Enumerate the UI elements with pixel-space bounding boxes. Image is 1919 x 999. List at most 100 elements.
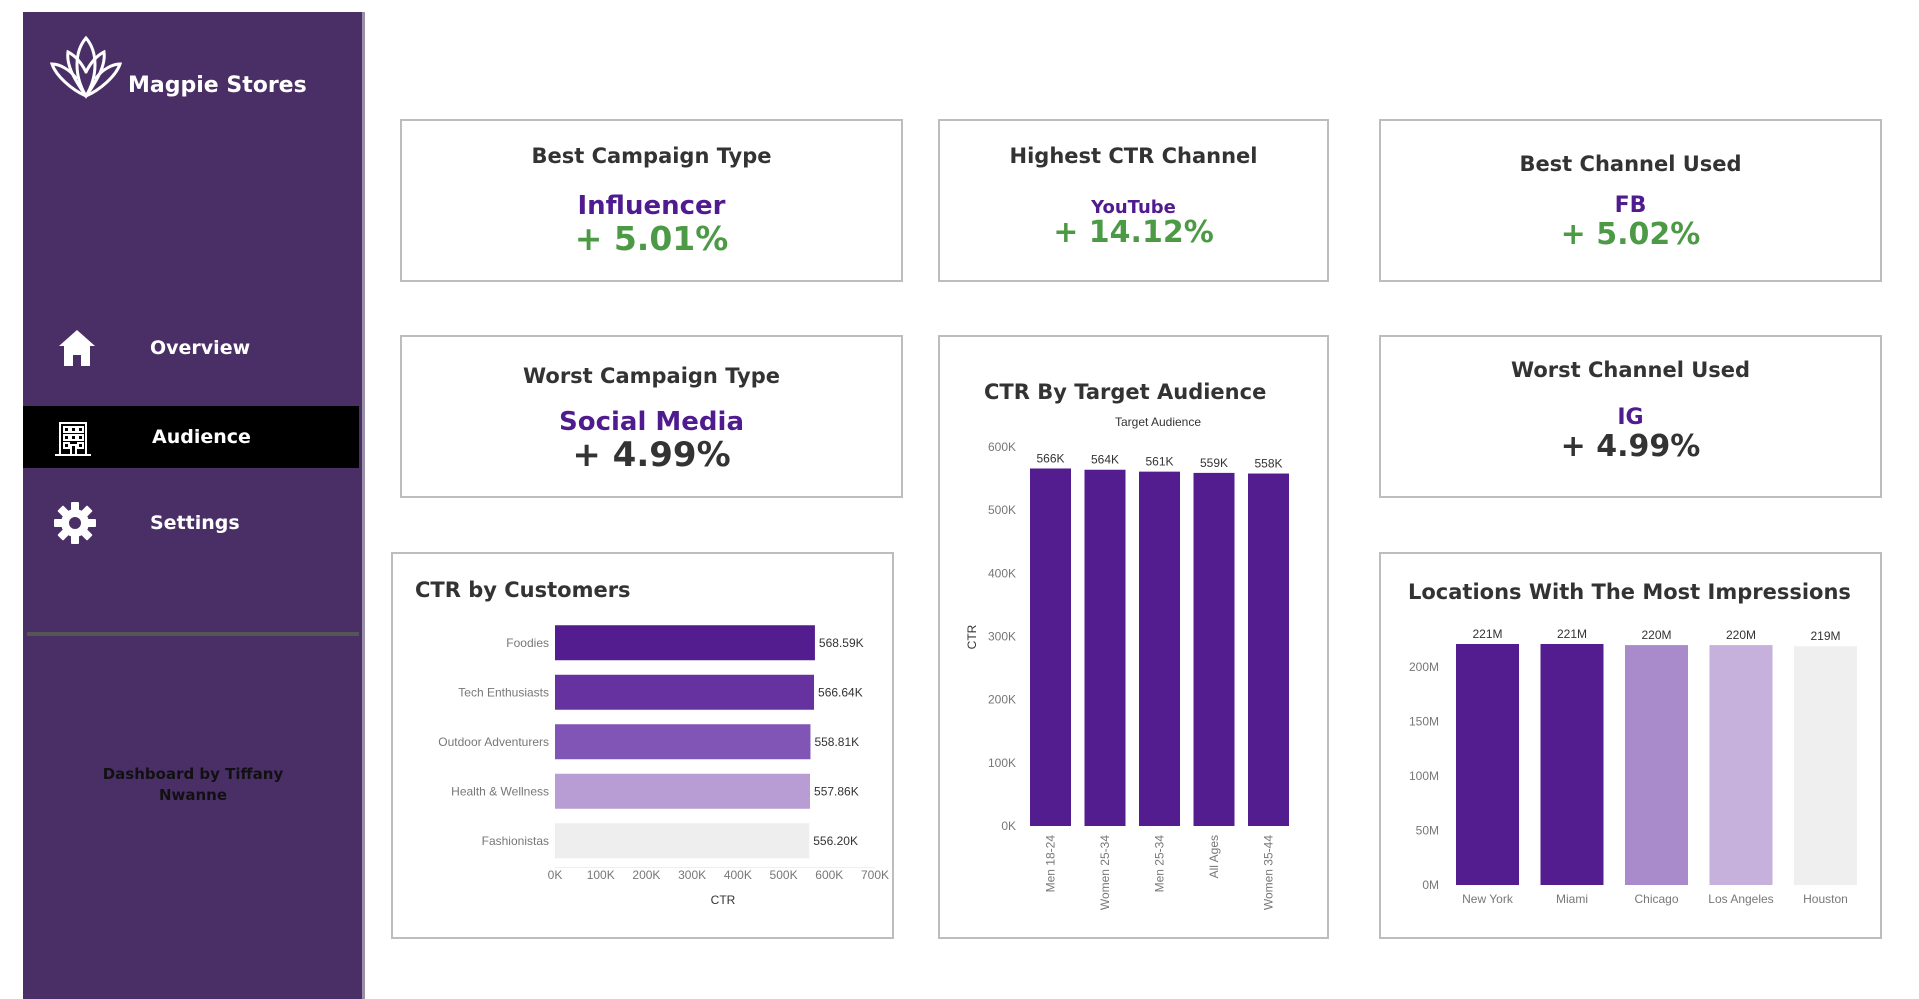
data-label: 558.81K [814,735,859,749]
x-tick-label: 200K [632,868,660,882]
data-label: 561K [1145,455,1173,469]
bar [555,773,811,809]
gear-icon [54,502,96,544]
kpi-value: + 4.99% [1560,429,1701,464]
category-label: Foodies [506,636,549,650]
kpi-value: + 5.02% [1560,217,1701,252]
ctr-by-customers-chart: Foodies 568.59K Tech Enthusiasts 566.64K Out… [438,625,889,907]
kpi-title: Best Channel Used [1519,152,1742,176]
category-label: Fashionistas [482,834,549,848]
nav-item-settings[interactable]: Settings [23,492,359,554]
bar [1193,472,1235,826]
y-tick-label: 300K [988,630,1016,644]
lotus-logo-icon [49,35,123,99]
data-label: 566.64K [818,685,863,699]
y-tick-label: 0M [1422,878,1439,892]
y-tick-label: 50M [1416,823,1439,837]
bar [1084,469,1126,826]
kpi-title: Best Campaign Type [531,144,772,168]
bar [1709,645,1773,885]
bar [555,625,815,661]
kpi-title: Worst Campaign Type [522,364,780,388]
data-label: 220M [1641,628,1671,642]
bar [555,823,810,859]
y-tick-label: 100K [988,756,1016,770]
x-tick-label: Houston [1803,892,1848,906]
data-label: 221M [1557,627,1587,641]
kpi-card-best-channel: Best Channel Used FB + 5.02% [1379,119,1882,282]
x-tick-label: 300K [678,868,706,882]
bar [1456,644,1519,885]
kpi-value: + 14.12% [1053,215,1214,250]
y-tick-label: 500K [988,503,1016,517]
data-label: 557.86K [814,784,859,798]
x-tick-label: 500K [770,868,798,882]
y-tick-label: 400K [988,566,1016,580]
sidebar: Magpie Stores Overview Audience Settings… [23,12,365,999]
nav-label-overview: Overview [150,337,251,359]
brand: Magpie Stores [46,32,307,102]
kpi-name: Influencer [577,191,726,221]
data-label: 568.59K [819,636,864,650]
kpi-name: FB [1614,193,1647,218]
data-label: 556.20K [813,834,858,848]
nav-item-overview[interactable]: Overview [23,317,359,379]
x-tick-label: 100K [587,868,615,882]
x-tick-label: Men 25-34 [1153,835,1167,893]
locations-impressions-chart: 0M 50M 100M 150M 200M 221M New York 221M Miami 22… [1409,627,1857,906]
bar [1139,471,1180,826]
bar [1540,644,1604,885]
data-label: 559K [1200,456,1228,470]
x-tick-label: 700K [861,868,889,882]
nav-label-audience: Audience [152,426,251,448]
chart-card-locations: Locations With The Most Impressions 0M 50… [1379,552,1882,939]
dashboard-credit: Dashboard by Tiffany Nwanne [102,765,284,804]
x-tick-label: 0K [548,868,563,882]
x-tick-label: New York [1462,892,1514,906]
kpi-card-best-campaign: Best Campaign Type Influencer + 5.01% [400,119,903,282]
x-tick-label: Women 35-44 [1262,835,1276,910]
data-label: 566K [1036,451,1064,465]
home-icon [59,330,95,366]
chart-card-audience: CTR By Target Audience Target Audience 0K… [938,335,1329,939]
kpi-name: Social Media [559,407,744,437]
y-tick-label: 200M [1409,660,1439,674]
nav-item-audience[interactable]: Audience [23,406,359,468]
building-icon [55,422,91,456]
chart-subtitle: Target Audience [1115,415,1201,429]
sidebar-divider [27,632,359,636]
data-label: 220M [1726,628,1756,642]
bar [1625,645,1688,885]
y-axis-title: CTR [965,624,979,649]
data-label: 219M [1810,629,1840,643]
x-tick-label: Chicago [1634,892,1678,906]
kpi-title: Worst Channel Used [1510,358,1751,382]
category-label: Tech Enthusiasts [458,685,549,699]
data-label: 558K [1254,457,1282,471]
kpi-card-worst-campaign: Worst Campaign Type Social Media + 4.99% [400,335,903,498]
data-label: 221M [1472,627,1502,641]
bar [555,674,815,710]
bar [555,724,811,760]
x-axis-title: CTR [711,893,736,907]
kpi-card-worst-channel: Worst Channel Used IG + 4.99% [1379,335,1882,498]
nav-label-settings: Settings [150,512,240,534]
x-tick-label: Los Angeles [1708,892,1773,906]
y-tick-label: 600K [988,440,1016,454]
x-tick-label: All Ages [1207,835,1221,878]
kpi-name: IG [1617,405,1644,430]
brand-name: Magpie Stores [128,73,307,98]
kpi-card-highest-ctr: Highest CTR Channel YouTube + 14.12% [938,119,1329,282]
bar [1248,473,1289,826]
bar [1030,468,1071,826]
category-label: Outdoor Adventurers [438,735,549,749]
category-label: Health & Wellness [451,784,549,798]
bar [1794,646,1857,885]
x-tick-label: Miami [1556,892,1588,906]
x-tick-label: Men 18-24 [1044,835,1058,893]
chart-card-customers: CTR by Customers Foodies 568.59K Tech Enth… [391,552,894,939]
kpi-title: Highest CTR Channel [1009,144,1258,168]
x-tick-label: 600K [815,868,843,882]
y-tick-label: 150M [1409,714,1439,728]
y-tick-label: 0K [1001,819,1016,833]
